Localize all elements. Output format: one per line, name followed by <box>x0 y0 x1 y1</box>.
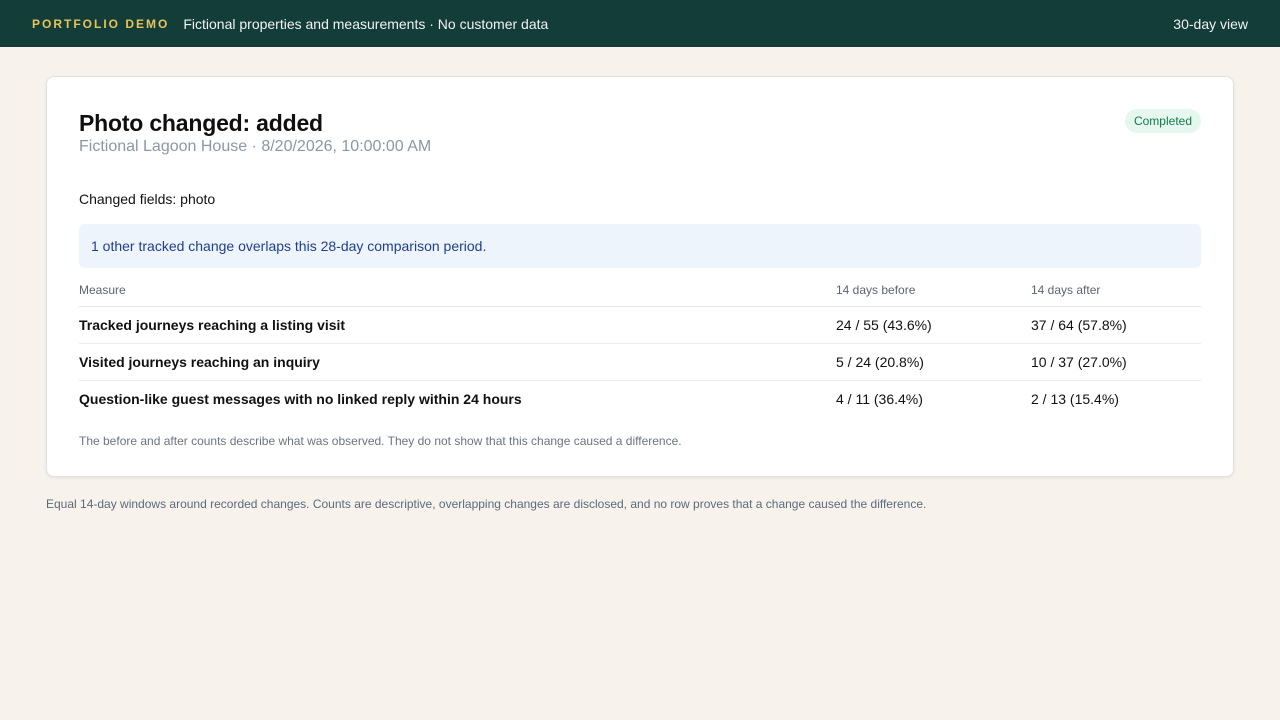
change-subtitle: Fictional Lagoon House · 8/20/2026, 10:0… <box>79 138 432 155</box>
comparison-table: Measure 14 days before 14 days after Tra… <box>79 283 1201 418</box>
row-after: 37 / 64 (57.8%) <box>1031 306 1201 344</box>
row-before: 5 / 24 (20.8%) <box>836 343 1031 381</box>
table-header-row: Measure 14 days before 14 days after <box>79 283 1201 307</box>
changed-fields: Changed fields: photo <box>79 191 216 207</box>
row-measure: Visited journeys reaching an inquiry <box>79 343 836 381</box>
row-before: 24 / 55 (43.6%) <box>836 306 1031 344</box>
header-after: 14 days after <box>1031 283 1201 307</box>
overlap-notice: 1 other tracked change overlaps this 28-… <box>79 224 1201 268</box>
top-bar: PORTFOLIO DEMO Fictional properties and … <box>0 0 1280 47</box>
row-before: 4 / 11 (36.4%) <box>836 391 923 408</box>
row-measure: Question-like guest messages with no lin… <box>79 391 522 408</box>
table-row: Question-like guest messages with no lin… <box>79 381 1201 418</box>
change-title: Photo changed: added <box>79 110 323 136</box>
table-row: Tracked journeys reaching a listing visi… <box>79 306 1201 344</box>
overlap-notice-text: 1 other tracked change overlaps this 28-… <box>91 238 487 254</box>
row-after: 10 / 37 (27.0%) <box>1031 343 1201 381</box>
header-tagline: Fictional properties and measurements · … <box>183 15 549 32</box>
row-after: 2 / 13 (15.4%) <box>1031 391 1119 408</box>
row-measure: Tracked journeys reaching a listing visi… <box>79 306 836 344</box>
table-row: Visited journeys reaching an inquiry 5 /… <box>79 343 1201 381</box>
change-card: Photo changed: added Fictional Lagoon Ho… <box>46 76 1234 477</box>
card-footnote: The before and after counts describe wha… <box>79 433 682 448</box>
page-footnote: Equal 14-day windows around recorded cha… <box>46 497 927 511</box>
header-before: 14 days before <box>836 283 1031 307</box>
status-badge: Completed <box>1124 109 1201 133</box>
card-header: Photo changed: added Fictional Lagoon Ho… <box>79 109 1201 157</box>
view-range-label: 30-day view <box>1173 15 1248 32</box>
header-measure: Measure <box>79 283 836 307</box>
brand-label: PORTFOLIO DEMO <box>32 16 170 31</box>
